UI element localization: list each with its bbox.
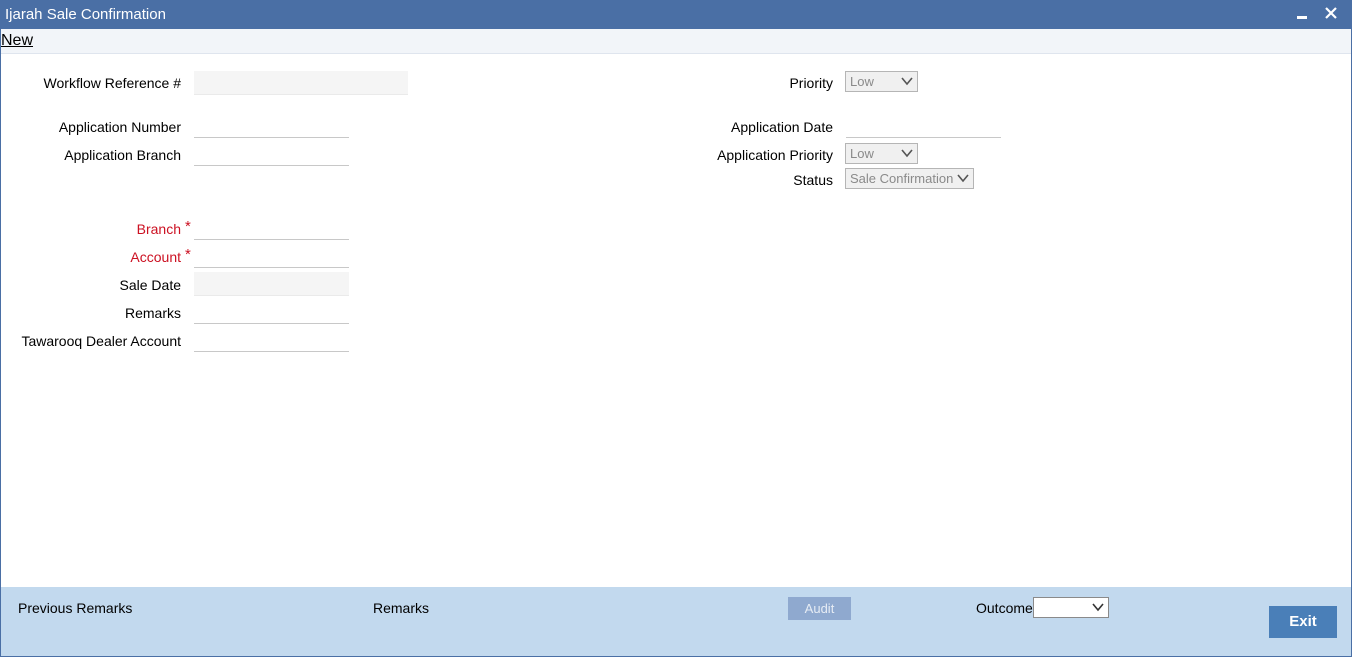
remarks-label: Remarks	[124, 305, 181, 321]
application-number-label: Application Number	[58, 119, 181, 135]
branch-field[interactable]	[194, 216, 349, 240]
tawarooq-dealer-account-label: Tawarooq Dealer Account	[21, 333, 181, 349]
priority-label: Priority	[789, 75, 833, 91]
chevron-down-icon	[1092, 603, 1104, 612]
toolbar: New	[1, 29, 1351, 54]
sale-date-field[interactable]	[194, 272, 349, 296]
close-button[interactable]	[1320, 1, 1342, 27]
close-icon	[1325, 7, 1337, 19]
tawarooq-dealer-account-field[interactable]	[194, 328, 349, 352]
outcome-label: Outcome	[976, 600, 1033, 616]
new-link[interactable]: New	[1, 32, 33, 50]
window-title: Ijarah Sale Confirmation	[5, 6, 166, 23]
previous-remarks-link[interactable]: Previous Remarks	[18, 600, 132, 616]
title-bar: Ijarah Sale Confirmation	[1, 1, 1351, 29]
required-marker: *	[185, 218, 191, 235]
priority-select[interactable]: Low	[845, 71, 918, 92]
status-value: Sale Confirmation	[850, 171, 954, 186]
chevron-down-icon	[901, 77, 913, 86]
status-select[interactable]: Sale Confirmation	[845, 168, 974, 189]
application-date-label: Application Date	[731, 119, 833, 135]
priority-value: Low	[850, 74, 874, 89]
chevron-down-icon	[957, 174, 969, 183]
minimize-button[interactable]	[1291, 1, 1313, 27]
branch-label: Branch	[136, 221, 181, 237]
footer-bar: Previous Remarks Remarks Audit Outcome E…	[1, 587, 1351, 656]
application-date-field[interactable]	[846, 114, 1001, 138]
minimize-icon	[1297, 16, 1307, 19]
account-field[interactable]	[194, 244, 349, 268]
application-window: Ijarah Sale Confirmation New Workflow Re…	[0, 0, 1352, 657]
sale-date-label: Sale Date	[119, 277, 181, 293]
chevron-down-icon	[901, 149, 913, 158]
status-label: Status	[793, 172, 833, 188]
required-marker: *	[185, 246, 191, 263]
account-label: Account	[130, 249, 181, 265]
application-priority-select[interactable]: Low	[845, 143, 918, 164]
workflow-reference-label: Workflow Reference #	[43, 75, 181, 91]
application-priority-label: Application Priority	[717, 147, 833, 163]
outcome-select[interactable]	[1033, 597, 1109, 618]
remarks-field[interactable]	[194, 300, 349, 324]
audit-button[interactable]: Audit	[788, 597, 851, 620]
application-priority-value: Low	[850, 146, 874, 161]
remarks-link[interactable]: Remarks	[373, 600, 429, 616]
exit-button[interactable]: Exit	[1269, 606, 1337, 638]
workflow-reference-field[interactable]	[194, 71, 408, 95]
application-branch-field[interactable]	[194, 142, 349, 166]
application-branch-label: Application Branch	[64, 147, 181, 163]
application-number-field[interactable]	[194, 114, 349, 138]
